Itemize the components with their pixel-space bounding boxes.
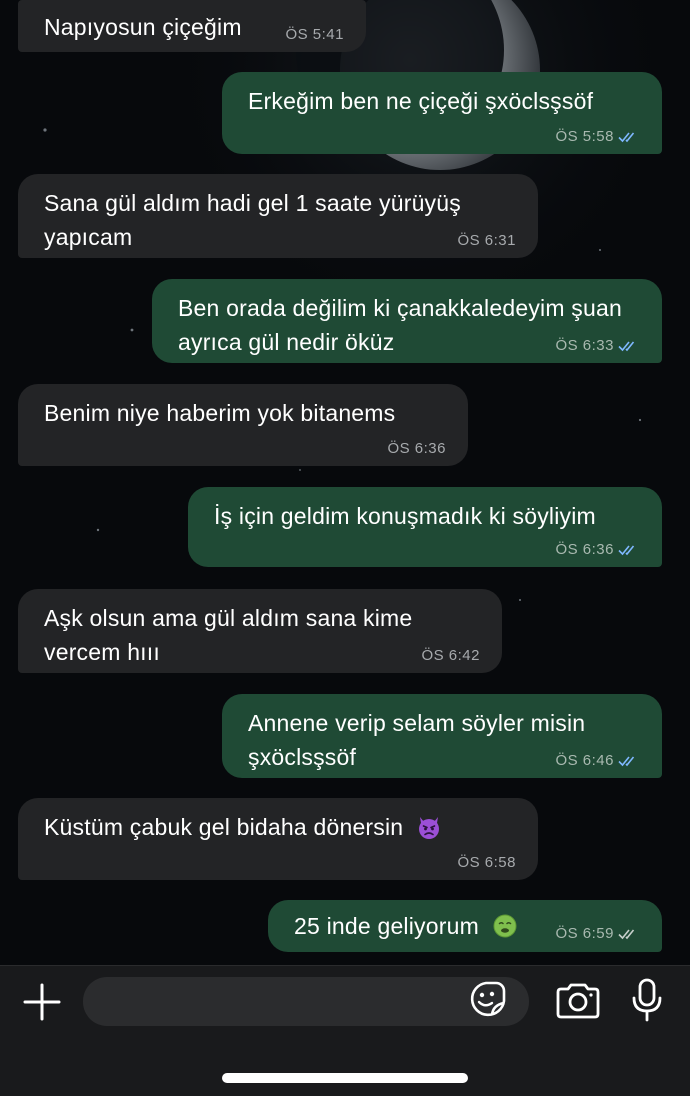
message-meta: ÖS 6:31 xyxy=(457,232,516,250)
message-text: Annene verip selam söyler misin şxöclsşs… xyxy=(248,710,586,770)
message-meta: ÖS 6:33 xyxy=(555,337,640,355)
microphone-icon[interactable] xyxy=(631,978,663,1022)
message-time: ÖS 5:58 xyxy=(555,128,614,145)
message-meta: ÖS 6:46 xyxy=(555,752,640,770)
message-text: 25 inde geliyorum xyxy=(294,913,479,939)
message-text: Napıyosun çiçeğim xyxy=(44,14,242,40)
plus-icon[interactable] xyxy=(22,982,62,1022)
message-text: Erkeğim ben ne çiçeği şxöclsşsöf xyxy=(248,88,594,114)
message-bubble-outgoing[interactable]: Annene verip selam söyler misin şxöclsşs… xyxy=(222,694,662,778)
message-text: Küstüm çabuk gel bidaha dönersin xyxy=(44,814,404,840)
message-time: ÖS 6:36 xyxy=(555,541,614,558)
message-text: Aşk olsun ama gül aldım sana kime vercem… xyxy=(44,605,413,665)
message-text: Sana gül aldım hadi gel 1 saate yürüyüş … xyxy=(44,190,461,250)
message-text: İş için geldim konuşmadık ki söyliyim xyxy=(214,503,596,529)
message-time: ÖS 6:59 xyxy=(555,925,614,942)
message-meta: ÖS 6:58 xyxy=(457,854,516,872)
home-indicator[interactable] xyxy=(222,1073,468,1083)
message-meta: ÖS 5:41 xyxy=(285,26,344,44)
message-bubble-outgoing[interactable]: Ben orada değilim ki çanakkaledeyim şuan… xyxy=(152,279,662,363)
angry-devil-emoji-icon xyxy=(418,817,439,839)
message-time: ÖS 6:33 xyxy=(555,337,614,354)
message-meta: ÖS 6:42 xyxy=(421,647,480,665)
message-time: ÖS 6:31 xyxy=(457,232,516,249)
read-ticks-icon xyxy=(618,132,635,143)
message-meta: ÖS 6:36 xyxy=(387,440,446,458)
camera-icon[interactable] xyxy=(555,982,601,1020)
delivered-ticks-icon xyxy=(618,929,635,940)
message-bubble-outgoing[interactable]: Erkeğim ben ne çiçeği şxöclsşsöf ÖS 5:58 xyxy=(222,72,662,154)
message-meta: ÖS 6:36 xyxy=(555,541,640,559)
message-text: Benim niye haberim yok bitanems xyxy=(44,400,396,426)
message-meta: ÖS 6:59 xyxy=(555,925,640,943)
message-meta: ÖS 5:58 xyxy=(555,128,640,146)
message-time: ÖS 6:58 xyxy=(457,854,516,871)
message-input[interactable] xyxy=(83,977,529,1026)
message-time: ÖS 6:36 xyxy=(387,440,446,457)
message-bubble-outgoing[interactable]: 25 inde geliyorum ÖS 6:59 xyxy=(268,900,662,952)
read-ticks-icon xyxy=(618,341,635,352)
message-time: ÖS 6:46 xyxy=(555,752,614,769)
message-bubble-incoming[interactable]: Napıyosun çiçeğim ÖS 5:41 xyxy=(18,0,366,52)
nauseated-face-emoji-icon xyxy=(493,914,517,938)
message-bubble-incoming[interactable]: Benim niye haberim yok bitanems ÖS 6:36 xyxy=(18,384,468,466)
message-bubble-incoming[interactable]: Sana gül aldım hadi gel 1 saate yürüyüş … xyxy=(18,174,538,258)
message-time: ÖS 5:41 xyxy=(285,26,344,43)
read-ticks-icon xyxy=(618,756,635,767)
read-ticks-icon xyxy=(618,545,635,556)
sticker-icon[interactable] xyxy=(468,979,508,1019)
message-list[interactable]: Napıyosun çiçeğim ÖS 5:41 Erkeğim ben ne… xyxy=(0,0,690,965)
message-bubble-incoming[interactable]: Küstüm çabuk gel bidaha dönersin ÖS 6:58 xyxy=(18,798,538,880)
composer-divider xyxy=(0,965,690,966)
message-bubble-outgoing[interactable]: İş için geldim konuşmadık ki söyliyim ÖS… xyxy=(188,487,662,567)
message-bubble-incoming[interactable]: Aşk olsun ama gül aldım sana kime vercem… xyxy=(18,589,502,673)
message-time: ÖS 6:42 xyxy=(421,647,480,664)
